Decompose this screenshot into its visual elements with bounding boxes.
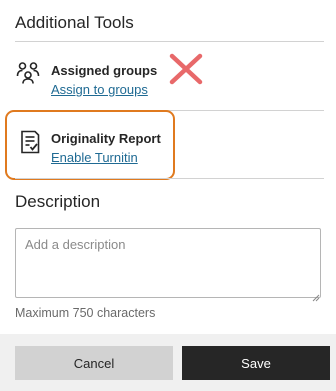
description-char-limit: Maximum 750 characters: [15, 306, 156, 320]
red-x-mark-icon: [168, 53, 204, 90]
people-group-icon: [16, 60, 40, 89]
assign-to-groups-link[interactable]: Assign to groups: [51, 82, 148, 97]
originality-highlight: [5, 110, 175, 180]
description-heading: Description: [15, 192, 101, 211]
cancel-button[interactable]: Cancel: [15, 346, 173, 380]
divider: [15, 41, 324, 42]
save-button[interactable]: Save: [182, 346, 330, 380]
additional-tools-heading: Additional Tools: [15, 13, 134, 32]
divider: [15, 178, 324, 179]
description-input[interactable]: [15, 228, 321, 298]
resize-grip-icon[interactable]: [312, 289, 320, 307]
assigned-groups-title: Assigned groups: [51, 63, 158, 78]
